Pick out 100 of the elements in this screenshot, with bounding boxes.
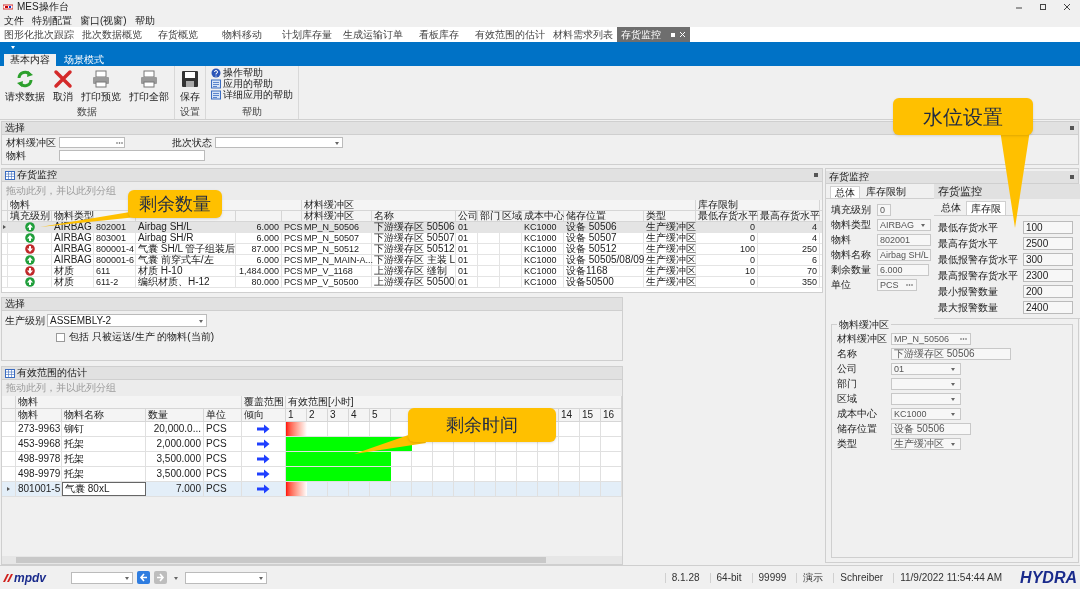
table-row[interactable]: AIRBAG 803001 Airbag SH/R 6.000 PCS MP_N_50507 下游缓存区 50507 01 KC1000 设备 50507 生产缓冲区 0 4 (2, 233, 822, 244)
document-tab[interactable]: 生成运输订单 (338, 27, 407, 42)
document-tab[interactable]: 图形化批次跟踪 (0, 27, 78, 42)
column-header[interactable]: 填充级别 (8, 211, 52, 221)
table-cell: 803001 (94, 233, 136, 243)
dropdown[interactable]: KC1000 (891, 408, 961, 420)
column-header[interactable]: 3 (328, 409, 349, 421)
input-field[interactable]: 设备 50506 (891, 423, 971, 435)
column-header[interactable]: 名称 (372, 211, 456, 221)
table-row[interactable]: AIRBAG 800001-4 气囊 SH/L 管子组装后 87.000 PCS MP_N_50512 下游缓存区 50512 01 KC1000 设备 50512 生产缓冲区 100 250 (2, 244, 822, 255)
table-cell: 3,500.000 (146, 467, 204, 481)
input-field[interactable]: 200 (1023, 285, 1073, 298)
table-cell: 生产缓冲区 (644, 222, 696, 232)
column-header[interactable]: 物料名称 (62, 409, 146, 421)
input-field[interactable]: 0 (877, 204, 891, 216)
column-header[interactable]: 最低存货水平 (696, 211, 758, 221)
tab[interactable]: 库存限制 (862, 186, 910, 198)
column-header[interactable]: 数量 (146, 409, 204, 421)
input-field[interactable]: MP_N_50506 (891, 333, 971, 345)
field-label: 物料名称 (831, 250, 872, 260)
table-row[interactable]: 材质 611 材质 H-10 1,484.000 PCS MP_V_1168 上游缓存区 缝制 01 KC1000 设备1168 生产缓冲区 10 70 (2, 266, 822, 277)
checkbox[interactable]: 包括 只被运送/生产 的物料(当前) (2, 332, 214, 342)
document-tab[interactable]: 存货概览 (146, 27, 211, 42)
dropdown[interactable]: 生产缓冲区 (891, 438, 961, 450)
table-row[interactable]: 801001-5 气囊 80xL 7.000 PCS (2, 482, 622, 497)
input-field[interactable]: PCS (877, 279, 917, 291)
table-cell: 4 (758, 233, 820, 243)
ribbon-button[interactable]: 详细应用的帮助 (209, 90, 295, 100)
menu-item[interactable]: 特别配置 (32, 15, 72, 26)
column-header[interactable]: 单位 (204, 409, 242, 421)
column-header[interactable]: 公司 (456, 211, 478, 221)
document-tab[interactable]: 物料移动 (210, 27, 275, 42)
column-header[interactable]: 14 (559, 409, 580, 421)
table-row[interactable]: 498-9978 托架 3,500.000 PCS (2, 452, 622, 467)
input-field[interactable]: 300 (1023, 253, 1073, 266)
ribbon-button[interactable]: 打印预览 (79, 69, 123, 102)
column-header[interactable]: 材料缓冲区 (302, 211, 372, 221)
table-cell: 800001-4 (94, 244, 136, 254)
ribbon-tab[interactable]: 场景模式 (58, 54, 110, 66)
ribbon-button[interactable]: 保存 (178, 69, 202, 102)
ribbon-button[interactable]: 操作帮助 (209, 68, 295, 78)
field-label: 成本中心 (837, 409, 878, 419)
document-tab[interactable]: 材料需求列表 (549, 27, 617, 42)
table-cell: Airbag SH/R (136, 233, 236, 243)
table-cell: 上游缓存区 50500 (372, 277, 456, 287)
table-row[interactable]: AIRBAG 800001-6 气囊 前穿式车/左 6.000 PCS MP_N_MAIN-A...下游缓存区 主装 L 01 KC1000 设备 50505/08/09 生产缓冲区 0 6 (2, 255, 822, 266)
menu-item[interactable]: 文件 (4, 15, 24, 26)
document-tab[interactable]: 有效范围的估计 (471, 27, 549, 42)
document-tab[interactable]: 批次数据概览 (78, 27, 146, 42)
input-field[interactable]: Airbag SH/L (877, 249, 931, 261)
dropdown[interactable]: 01 (891, 363, 961, 375)
tab[interactable]: 总体 (937, 201, 965, 215)
document-tab[interactable]: 看板库存 (406, 27, 471, 42)
table-cell: MP_V_1168 (302, 266, 372, 276)
column-header[interactable]: 物料 (16, 409, 62, 421)
column-header[interactable]: 16 (601, 409, 622, 421)
column-header[interactable]: 部门 (478, 211, 500, 221)
input-field[interactable]: 气囊 80xL (62, 482, 146, 496)
input-field[interactable]: 2500 (1023, 237, 1073, 250)
field-label: 最低报警存货水平 (938, 254, 1019, 265)
column-header[interactable]: 区域 (500, 211, 522, 221)
ribbon-tab[interactable]: 基本内容 (4, 54, 56, 66)
dropdown[interactable]: AIRBAG (877, 219, 931, 231)
menu-item[interactable]: 窗口(视窗) (80, 15, 127, 26)
input-field[interactable]: 2400 (1023, 301, 1073, 314)
table-cell: 下游缓存区 主装 L (372, 255, 456, 265)
column-group-header: 覆盖范围 (242, 396, 286, 408)
dropdown[interactable]: ASSEMBLY-2 (47, 314, 207, 327)
ribbon-button[interactable]: 取消 (51, 69, 75, 102)
status-text: 演示 (796, 572, 830, 583)
ribbon-button[interactable]: 打印全部 (127, 69, 171, 102)
table-cell: 250 (758, 244, 820, 254)
column-header[interactable]: 成本中心 (522, 211, 564, 221)
column-header[interactable]: 5 (370, 409, 391, 421)
table-row[interactable]: 材质 611-2 编织材质、H-12 80.000 PCS MP_V_50500 上游缓存区 50500 01 KC1000 设备50500 生产缓冲区 0 350 (2, 277, 822, 288)
input-field[interactable]: 6.000 (877, 264, 929, 276)
column-header[interactable]: 倾向 (242, 409, 286, 421)
menu-item[interactable]: 帮助 (134, 15, 155, 26)
ribbon-button[interactable]: 应用的帮助 (209, 79, 295, 89)
column-header[interactable]: 15 (580, 409, 601, 421)
document-tab[interactable]: 存货监控 (617, 27, 690, 42)
column-header[interactable]: 类型 (644, 211, 696, 221)
tab[interactable]: 总体 (830, 186, 860, 198)
column-header[interactable]: 1 (286, 409, 307, 421)
column-header[interactable]: 储存位置 (564, 211, 644, 221)
table-cell: MP_V_50500 (302, 277, 372, 287)
column-header[interactable]: 4 (349, 409, 370, 421)
ribbon-button[interactable]: 请求数据 (3, 69, 47, 102)
table-cell: 01 (456, 244, 478, 254)
document-tab[interactable]: 计划库存量 (274, 27, 339, 42)
column-header[interactable]: 最高存货水平 (758, 211, 820, 221)
table-cell: 设备 50512 (564, 244, 644, 254)
column-header[interactable]: 2 (307, 409, 328, 421)
input-field[interactable]: 100 (1023, 221, 1073, 234)
input-field[interactable]: 802001 (877, 234, 931, 246)
table-cell: 材质 H-10 (136, 266, 236, 276)
input-field[interactable]: 下游缓存区 50506 (891, 348, 1011, 360)
table-row[interactable]: 498-9979 托架 3,500.000 PCS (2, 467, 622, 482)
input-field[interactable]: 2300 (1023, 269, 1073, 282)
tab[interactable]: 库存限 (966, 201, 1006, 215)
